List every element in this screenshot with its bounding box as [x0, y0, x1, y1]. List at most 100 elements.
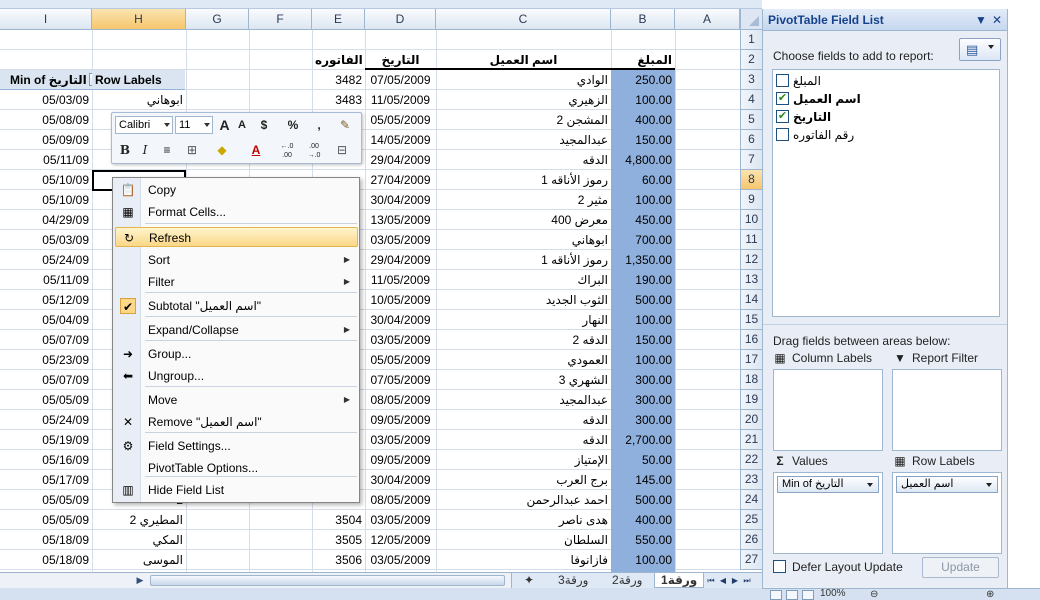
col-header-b[interactable]: B [611, 9, 675, 30]
menu-item-format-cells[interactable]: ▦ Format Cells... [115, 202, 358, 222]
menu-item-subtotal[interactable]: ✔ Subtotal "اسم العميل" [115, 296, 358, 316]
col-header-d[interactable]: D [365, 9, 436, 30]
close-icon[interactable]: ✕ [992, 13, 1002, 27]
merge-center-icon[interactable]: ⊟ [330, 141, 354, 159]
col-header-f[interactable]: F [249, 9, 312, 30]
page-layout-icon[interactable] [786, 590, 798, 600]
menu-item-copy[interactable]: 📋 Copy [115, 180, 358, 200]
row-header[interactable]: 19 [740, 390, 762, 410]
last-sheet-icon[interactable]: ⏭ [742, 574, 752, 587]
customer-cell[interactable]: الإمتياز [436, 450, 611, 470]
field-checkbox[interactable]: ✔ [776, 110, 789, 124]
layout-options-button[interactable]: ▤ [959, 38, 1001, 61]
report-filter-area[interactable] [892, 369, 1002, 451]
update-button[interactable]: Update [922, 557, 999, 578]
customer-cell[interactable]: رموز الأناقه 1 [436, 170, 611, 190]
amount-cell[interactable]: 100.00 [611, 550, 675, 570]
customer-cell[interactable]: الثوب الجديد [436, 290, 611, 310]
customer-cell[interactable]: الشهري 3 [436, 370, 611, 390]
field-checkbox[interactable]: ✔ [776, 92, 789, 106]
date-cell[interactable]: 12/05/2009 [365, 530, 436, 550]
amount-cell[interactable]: 500.00 [611, 290, 675, 310]
customer-cell[interactable]: رموز الأناقه 1 [436, 250, 611, 270]
row-header[interactable]: 4 [740, 90, 762, 110]
col-header-c[interactable]: C [436, 9, 611, 30]
menu-item-group[interactable]: ➜ Group... [115, 344, 358, 364]
pivot-row-label-cell[interactable]: المكي [92, 530, 186, 550]
pivot-min-date-cell[interactable]: 05/19/09 [0, 430, 92, 450]
shrink-font-button[interactable]: A [234, 116, 250, 134]
pivot-min-date-cell[interactable]: 04/29/09 [0, 210, 92, 230]
amount-cell[interactable]: 250.00 [611, 70, 675, 90]
customer-cell[interactable]: الدقه 2 [436, 330, 611, 350]
customer-cell[interactable]: المشجن 2 [436, 110, 611, 130]
pivot-min-date-cell[interactable]: 05/24/09 [0, 410, 92, 430]
date-cell[interactable]: 03/05/2009 [365, 550, 436, 570]
values-area[interactable]: Min of التاريخ [773, 472, 883, 554]
date-cell[interactable]: 08/05/2009 [365, 490, 436, 510]
date-cell[interactable]: 27/04/2009 [365, 170, 436, 190]
date-cell[interactable]: 29/04/2009 [365, 250, 436, 270]
pivot-min-date-cell[interactable]: 05/16/09 [0, 450, 92, 470]
percent-button[interactable]: % [278, 116, 308, 134]
menu-item-remove[interactable]: ✕ Remove "اسم العميل" [115, 412, 358, 432]
field-item[interactable]: المبلغ [776, 72, 821, 90]
row-header[interactable]: 1 [740, 30, 762, 50]
customer-cell[interactable]: النهار [436, 310, 611, 330]
field-item[interactable]: رقم الفاتوره [776, 126, 854, 144]
amount-cell[interactable]: 145.00 [611, 470, 675, 490]
pivot-row-label-cell[interactable]: المطيري 2 [92, 510, 186, 530]
pane-options-dropdown-icon[interactable]: ▼ [975, 13, 987, 27]
invoice-cell[interactable]: 3483 [312, 90, 365, 110]
amount-cell[interactable]: 100.00 [611, 90, 675, 110]
row-header[interactable]: 8 [740, 170, 762, 190]
currency-button[interactable]: $ [251, 116, 277, 134]
date-cell[interactable]: 03/05/2009 [365, 330, 436, 350]
date-cell[interactable]: 09/05/2009 [365, 450, 436, 470]
page-break-icon[interactable] [802, 590, 814, 600]
prev-sheet-icon[interactable]: ◀ [718, 574, 728, 587]
normal-view-icon[interactable] [770, 590, 782, 600]
customer-cell[interactable]: الزهيري [436, 90, 611, 110]
row-header[interactable]: 16 [740, 330, 762, 350]
pivot-row-label-cell[interactable]: ابوهاني [92, 90, 186, 110]
comma-button[interactable]: , [309, 116, 329, 134]
menu-item-hide-field-list[interactable]: ▥ Hide Field List [115, 480, 358, 500]
pivot-min-date-cell[interactable]: 05/18/09 [0, 550, 92, 570]
customer-cell[interactable]: هدى ناصر [436, 510, 611, 530]
date-cell[interactable]: 07/05/2009 [365, 70, 436, 90]
amount-cell[interactable]: 300.00 [611, 390, 675, 410]
amount-cell[interactable]: 50.00 [611, 450, 675, 470]
center-align-button[interactable]: ≡ [158, 141, 176, 159]
date-cell[interactable]: 30/04/2009 [365, 470, 436, 490]
menu-item-refresh[interactable]: ↻ Refresh [115, 227, 358, 247]
menu-item-expand-collapse[interactable]: Expand/Collapse ▶ [115, 320, 358, 340]
amount-cell[interactable]: 100.00 [611, 350, 675, 370]
pivot-min-header[interactable]: Min of التاريخ [0, 70, 92, 90]
invoice-cell[interactable]: 3504 [312, 510, 365, 530]
row-header[interactable]: 17 [740, 350, 762, 370]
row-header[interactable]: 7 [740, 150, 762, 170]
customer-cell[interactable]: البراك [436, 270, 611, 290]
col-header-a[interactable]: A [675, 9, 740, 30]
row-header[interactable]: 21 [740, 430, 762, 450]
pivot-min-date-cell[interactable]: 05/11/09 [0, 150, 92, 170]
zoom-in-icon[interactable]: ⊕ [986, 589, 994, 600]
bold-button[interactable]: B [116, 141, 134, 159]
increase-decimal-button[interactable]: ←.0 .00 [275, 142, 299, 160]
sheet-tab-2[interactable]: ورقة2 [606, 573, 648, 588]
col-header-e[interactable]: E [312, 9, 365, 30]
font-size-select[interactable]: 11 [175, 116, 213, 134]
first-sheet-icon[interactable]: ⏮ [706, 574, 716, 587]
row-header[interactable]: 26 [740, 530, 762, 550]
decrease-decimal-button[interactable]: .00 →.0 [302, 142, 326, 160]
menu-item-field-settings[interactable]: ⚙ Field Settings... [115, 436, 358, 456]
row-header[interactable]: 20 [740, 410, 762, 430]
zoom-level[interactable]: 100% [820, 588, 846, 599]
column-labels-area[interactable] [773, 369, 883, 451]
scroll-thumb[interactable] [150, 575, 505, 586]
date-cell[interactable]: 05/05/2009 [365, 350, 436, 370]
row-labels-area[interactable]: اسم العميل [892, 472, 1002, 554]
font-color-button[interactable]: A [242, 141, 270, 159]
date-cell[interactable]: 07/05/2009 [365, 370, 436, 390]
